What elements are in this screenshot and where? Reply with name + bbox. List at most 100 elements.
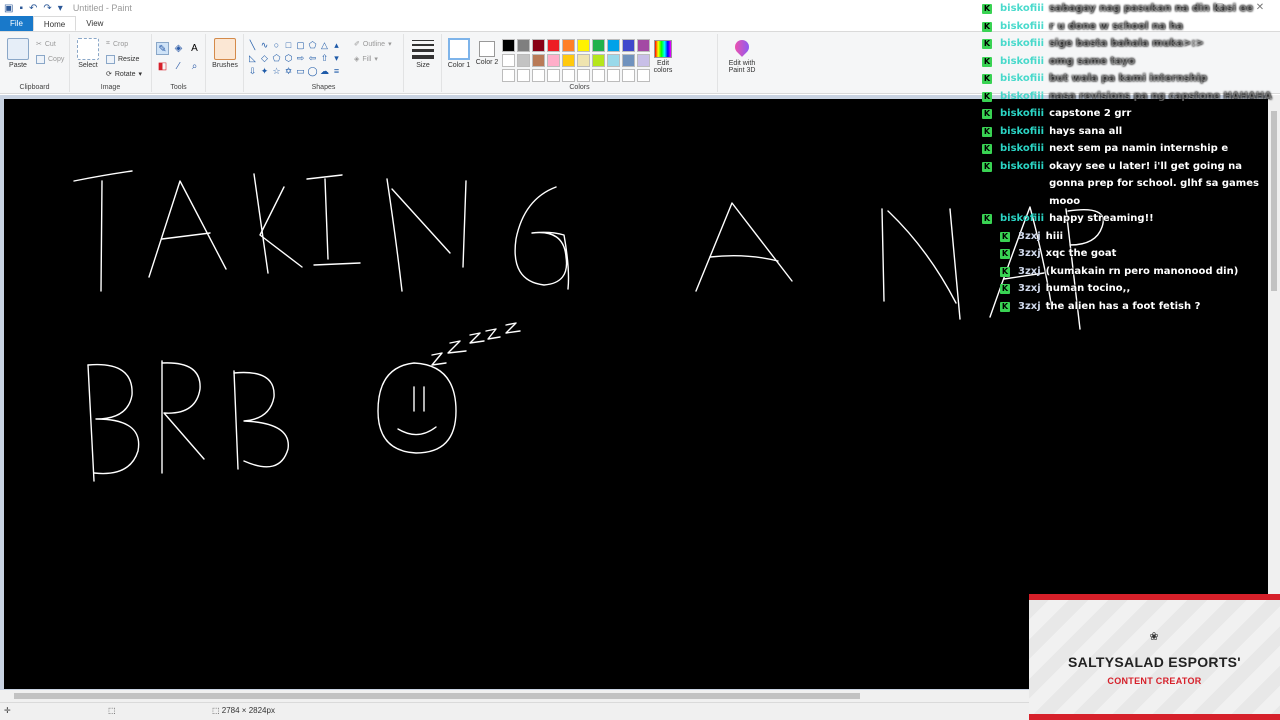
down-arrow-shape-icon[interactable]: ⇩ xyxy=(247,65,258,77)
palette-swatch[interactable] xyxy=(607,39,620,52)
five-point-star-shape-icon[interactable]: ☆ xyxy=(271,65,282,77)
oval-callout-shape-icon[interactable]: ◯ xyxy=(307,65,318,77)
size-group[interactable]: Size xyxy=(404,34,442,92)
select-button[interactable]: Select xyxy=(73,38,103,69)
palette-swatch[interactable] xyxy=(547,69,560,82)
pencil-icon[interactable]: ✎ xyxy=(156,42,169,55)
chat-username[interactable]: biskofiii xyxy=(1000,158,1044,211)
cloud-callout-shape-icon[interactable]: ☁ xyxy=(319,65,330,77)
palette-swatch[interactable] xyxy=(562,54,575,67)
palette-swatch[interactable] xyxy=(562,69,575,82)
curve-shape-icon[interactable]: ∿ xyxy=(259,39,270,51)
right-triangle-shape-icon[interactable]: ◺ xyxy=(247,52,258,64)
rounded-rectangle-shape-icon[interactable]: ▢ xyxy=(295,39,306,51)
customize-qat-icon[interactable]: ▾ xyxy=(58,3,63,14)
fill-bucket-icon[interactable]: ◈ xyxy=(172,42,185,55)
brushes-group[interactable]: Brushes xyxy=(206,34,244,92)
size-button[interactable]: Size xyxy=(408,38,438,69)
polygon-shape-icon[interactable]: ⬠ xyxy=(307,39,318,51)
palette-swatch[interactable] xyxy=(502,54,515,67)
palette-swatch[interactable] xyxy=(622,69,635,82)
chat-username[interactable]: 3zxj xyxy=(1018,280,1041,298)
edit-with-paint3d-button[interactable]: Edit with Paint 3D xyxy=(724,37,760,74)
chat-username[interactable]: 3zxj xyxy=(1018,245,1041,263)
cut-button[interactable]: ✂ Cut xyxy=(36,40,56,49)
palette-swatch[interactable] xyxy=(577,39,590,52)
palette-swatch[interactable] xyxy=(622,54,635,67)
undo-icon[interactable]: ↶ xyxy=(29,3,37,14)
palette-swatch[interactable] xyxy=(517,69,530,82)
chat-username[interactable]: biskofiii xyxy=(1000,70,1044,88)
palette-swatch[interactable] xyxy=(592,69,605,82)
palette-swatch[interactable] xyxy=(607,54,620,67)
diamond-shape-icon[interactable]: ◇ xyxy=(259,52,270,64)
oval-shape-icon[interactable]: ○ xyxy=(271,39,282,51)
chat-username[interactable]: biskofiii xyxy=(1000,53,1044,71)
palette-swatch[interactable] xyxy=(607,69,620,82)
rectangle-shape-icon[interactable]: □ xyxy=(283,39,294,51)
chat-username[interactable]: biskofiii xyxy=(1000,210,1044,228)
triangle-shape-icon[interactable]: △ xyxy=(319,39,330,51)
chat-username[interactable]: 3zxj xyxy=(1018,263,1041,281)
palette-swatch[interactable] xyxy=(502,39,515,52)
color-picker-icon[interactable]: ⁄ xyxy=(172,60,185,73)
palette-swatch[interactable] xyxy=(532,54,545,67)
pentagon-shape-icon[interactable]: ⬠ xyxy=(271,52,282,64)
rotate-button[interactable]: ⟳ Rotate ▾ xyxy=(106,70,142,79)
chat-username[interactable]: biskofiii xyxy=(1000,88,1044,106)
tab-view[interactable]: View xyxy=(76,16,113,31)
chat-username[interactable]: biskofiii xyxy=(1000,35,1044,53)
left-arrow-shape-icon[interactable]: ⇦ xyxy=(307,52,318,64)
paste-button[interactable]: Paste xyxy=(3,38,33,69)
color2-button[interactable]: Color 2 xyxy=(474,38,500,66)
palette-swatch[interactable] xyxy=(622,39,635,52)
scroll-up-icon[interactable]: ▴ xyxy=(331,39,342,51)
chat-username[interactable]: biskofiii xyxy=(1000,105,1044,123)
save-icon[interactable]: ▪ xyxy=(19,3,23,14)
fill-dropdown[interactable]: ◈ Fill ▾ xyxy=(354,55,378,64)
palette-swatch[interactable] xyxy=(592,39,605,52)
expand-gallery-icon[interactable]: ≡ xyxy=(331,65,342,77)
chat-username[interactable]: 3zxj xyxy=(1018,228,1041,246)
shapes-gallery[interactable]: ╲ ∿ ○ □ ▢ ⬠ △ ▴ ◺ ◇ ⬠ ⬡ ⇨ ⇦ ⇧ ▾ ⇩ ✦ ☆ ✡ ▭ ◯ ☁ ≡ xyxy=(247,39,347,77)
text-tool-icon[interactable]: A xyxy=(188,42,201,55)
color1-button[interactable]: Color 1 xyxy=(446,38,472,69)
scroll-down-icon[interactable]: ▾ xyxy=(331,52,342,64)
palette-swatch[interactable] xyxy=(547,54,560,67)
palette-swatch[interactable] xyxy=(517,54,530,67)
horizontal-scroll-thumb[interactable] xyxy=(14,693,860,699)
copy-button[interactable]: Copy xyxy=(36,55,64,64)
four-point-star-shape-icon[interactable]: ✦ xyxy=(259,65,270,77)
up-arrow-shape-icon[interactable]: ⇧ xyxy=(319,52,330,64)
palette-swatch[interactable] xyxy=(577,69,590,82)
palette-swatch[interactable] xyxy=(547,39,560,52)
paint3d-group[interactable]: Edit with Paint 3D xyxy=(718,34,766,92)
edit-colors-button[interactable]: Edit colors xyxy=(648,38,678,74)
palette-swatch[interactable] xyxy=(502,69,515,82)
palette-swatch[interactable] xyxy=(562,39,575,52)
crop-button[interactable]: ⌗ Crop xyxy=(106,40,128,48)
brushes-button[interactable]: Brushes xyxy=(210,38,240,69)
palette-swatch[interactable] xyxy=(532,69,545,82)
outline-dropdown[interactable]: ✐ Outline ▾ xyxy=(354,40,392,49)
chat-username[interactable]: 3zxj xyxy=(1018,298,1041,316)
palette-swatch[interactable] xyxy=(577,54,590,67)
chat-username[interactable]: biskofiii xyxy=(1000,123,1044,141)
six-point-star-shape-icon[interactable]: ✡ xyxy=(283,65,294,77)
palette-swatch[interactable] xyxy=(592,54,605,67)
chat-username[interactable]: biskofiii xyxy=(1000,0,1044,18)
hexagon-shape-icon[interactable]: ⬡ xyxy=(283,52,294,64)
redo-icon[interactable]: ↷ xyxy=(43,3,51,14)
callout-shape-icon[interactable]: ▭ xyxy=(295,65,306,77)
tab-home[interactable]: Home xyxy=(32,16,77,31)
palette-swatch[interactable] xyxy=(532,39,545,52)
eraser-icon[interactable]: ◧ xyxy=(156,60,169,73)
magnifier-icon[interactable]: ⌕ xyxy=(188,60,201,73)
line-shape-icon[interactable]: ╲ xyxy=(247,39,258,51)
resize-button[interactable]: Resize xyxy=(106,55,139,64)
palette-swatch[interactable] xyxy=(517,39,530,52)
chat-username[interactable]: biskofiii xyxy=(1000,140,1044,158)
chat-username[interactable]: biskofiii xyxy=(1000,18,1044,36)
tab-file[interactable]: File xyxy=(0,16,33,31)
right-arrow-shape-icon[interactable]: ⇨ xyxy=(295,52,306,64)
